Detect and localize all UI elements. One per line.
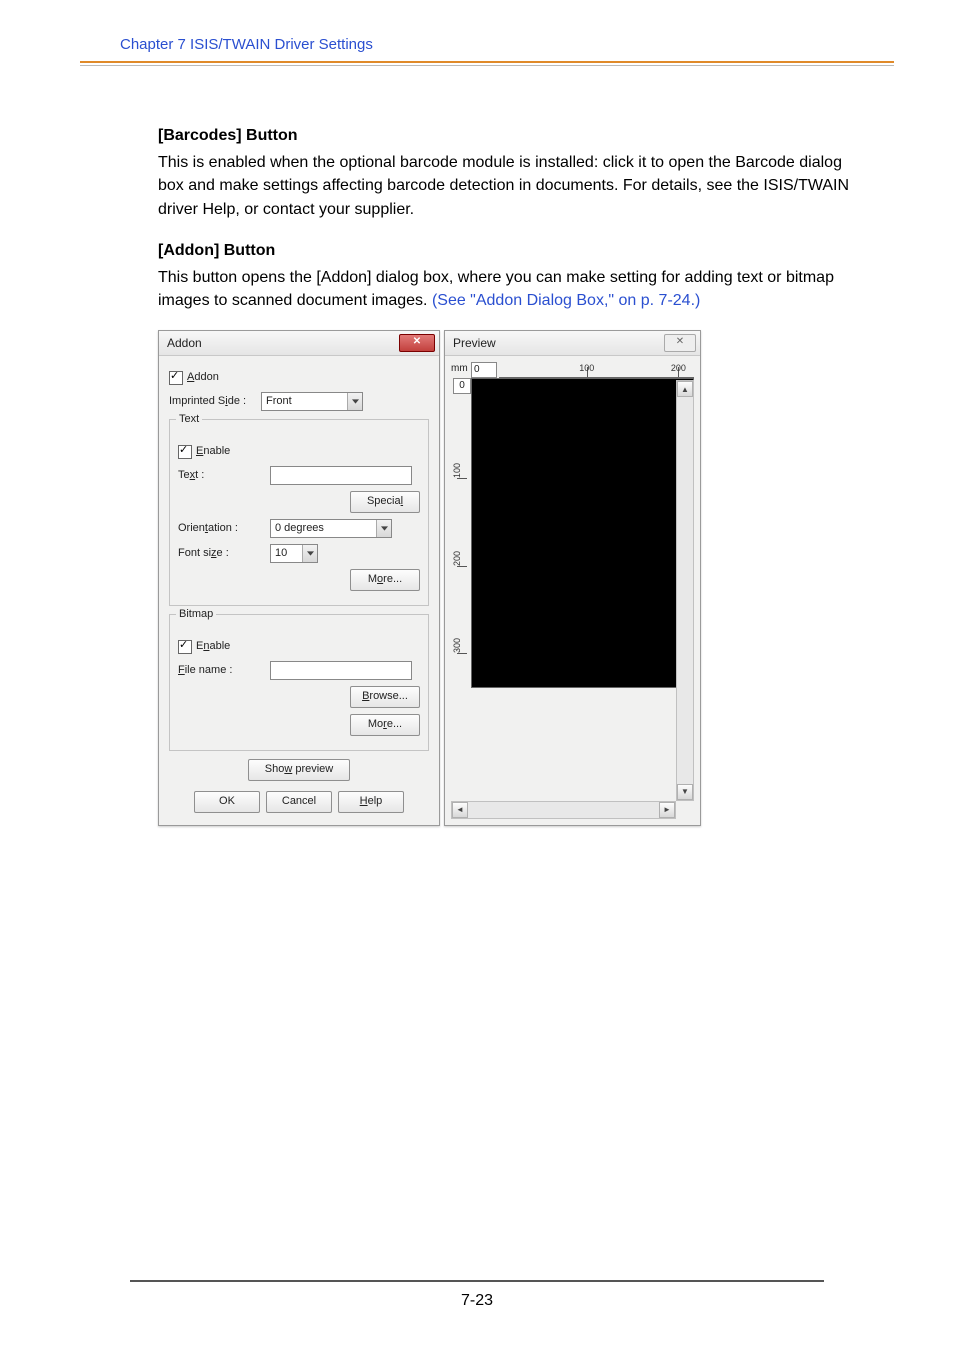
scroll-left-icon[interactable]: ◄ [452, 802, 468, 818]
font-size-dropdown[interactable]: 10 [270, 544, 318, 563]
addon-title: Addon [167, 335, 202, 352]
close-icon[interactable]: ✕ [664, 334, 696, 352]
orientation-value: 0 degrees [271, 520, 376, 537]
bitmap-groupbox: Bitmap Enable File name : File name : Br… [169, 614, 429, 751]
orientation-label: Orientation : [178, 521, 270, 537]
text-group-legend: Text [176, 412, 202, 428]
v-ruler-start: 0 [453, 378, 471, 394]
content-region: [Barcodes] Button This is enabled when t… [0, 66, 954, 826]
close-icon[interactable]: ✕ [399, 334, 435, 352]
text-groupbox: Text Enable Enable Text : Text : Sp [169, 419, 429, 606]
addon-window: Addon ✕ AAddonddon Imprinted Side : Impr… [158, 330, 440, 825]
file-name-input[interactable] [270, 661, 412, 680]
chevron-down-icon[interactable] [302, 545, 317, 562]
header-rule-orange [80, 61, 894, 63]
font-size-value: 10 [271, 545, 302, 562]
bitmap-enable-checkbox[interactable] [178, 640, 192, 654]
addon-checkbox-label: AAddonddon [187, 370, 219, 386]
browse-button[interactable]: Browse... [350, 686, 420, 708]
addon-body-wrap: This button opens the [Addon] dialog box… [158, 266, 854, 312]
imprinted-side-value: Front [262, 393, 347, 410]
text-label: Text : [178, 468, 270, 484]
addon-heading: [Addon] Button [158, 239, 854, 262]
text-enable-label: Enable [196, 444, 230, 460]
imprinted-side-label: Imprinted Side : [169, 394, 261, 410]
addon-checkbox[interactable] [169, 371, 183, 385]
addon-titlebar: Addon ✕ [159, 331, 439, 356]
mm-unit-label: mm [451, 362, 468, 377]
scroll-right-icon[interactable]: ► [659, 802, 675, 818]
text-enable-checkbox[interactable] [178, 445, 192, 459]
scroll-down-icon[interactable]: ▼ [677, 784, 693, 800]
text-input[interactable] [270, 466, 412, 485]
addon-checkbox-row: AAddonddon [169, 370, 429, 386]
orientation-dropdown[interactable]: 0 degrees [270, 519, 392, 538]
imprinted-side-dropdown[interactable]: Front [261, 392, 363, 411]
bitmap-enable-label: Enable [196, 639, 230, 655]
h-mark-100: 100 [579, 362, 594, 375]
v-mark-100: 100 [451, 463, 464, 478]
addon-body-link[interactable]: (See "Addon Dialog Box," on p. 7-24.) [432, 292, 700, 309]
horizontal-scrollbar[interactable]: ◄ ► [451, 801, 676, 819]
h-mark-200: 200 [671, 362, 686, 375]
cancel-button[interactable]: Cancel [266, 791, 332, 813]
preview-canvas [471, 378, 694, 688]
help-button[interactable]: Help [338, 791, 404, 813]
footer-rule [130, 1280, 824, 1282]
preview-window: Preview ✕ mm 0 100 200 [444, 330, 701, 825]
h-ruler-start: 0 [471, 362, 497, 378]
bitmap-group-legend: Bitmap [176, 607, 216, 623]
v-mark-200: 200 [451, 551, 464, 566]
dialog-screenshot: Addon ✕ AAddonddon Imprinted Side : Impr… [158, 330, 854, 825]
preview-title: Preview [453, 335, 496, 352]
vertical-scrollbar[interactable]: ▲ ▼ [676, 380, 694, 800]
special-button[interactable]: Special [350, 491, 420, 513]
font-size-label: Font size : [178, 546, 270, 562]
ok-button[interactable]: OK [194, 791, 260, 813]
chevron-down-icon[interactable] [376, 520, 391, 537]
barcodes-body: This is enabled when the optional barcod… [158, 151, 854, 221]
bitmap-more-button[interactable]: More... [350, 714, 420, 736]
text-more-button[interactable]: More... [350, 569, 420, 591]
barcodes-heading: [Barcodes] Button [158, 124, 854, 147]
page-number: 7-23 [0, 1292, 954, 1310]
preview-titlebar: Preview ✕ [445, 331, 700, 356]
file-name-label: File name : [178, 663, 270, 679]
vertical-ruler: 0 100 200 300 [451, 378, 471, 688]
horizontal-ruler: mm 0 100 200 [471, 362, 694, 378]
chevron-down-icon[interactable] [347, 393, 362, 410]
scroll-up-icon[interactable]: ▲ [677, 381, 693, 397]
running-head: Chapter 7 ISIS/TWAIN Driver Settings [0, 0, 954, 61]
v-mark-300: 300 [451, 638, 464, 653]
show-preview-button[interactable]: Show preview [248, 759, 350, 781]
